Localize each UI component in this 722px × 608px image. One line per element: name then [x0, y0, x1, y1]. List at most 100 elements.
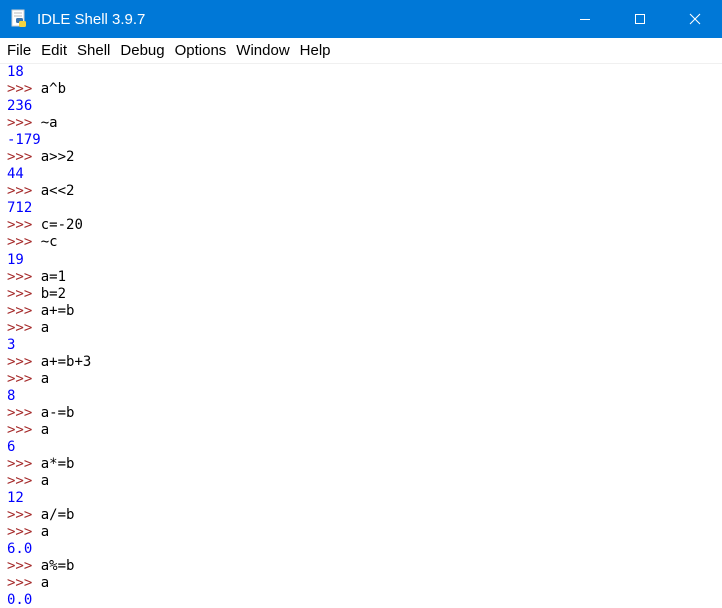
shell-input-line: >>> a+=b+3: [0, 354, 722, 371]
shell-output-text: 44: [7, 166, 24, 183]
shell-output-text: 8: [7, 387, 16, 404]
shell-input-line: >>> b=2: [0, 286, 722, 303]
shell-input-text: a: [32, 575, 50, 592]
window-title: IDLE Shell 3.9.7: [37, 10, 146, 28]
shell-prompt: >>>: [7, 473, 33, 490]
shell-input-line: >>> a: [0, 575, 722, 592]
shell-prompt: >>>: [7, 268, 33, 285]
shell-output-line: 712: [0, 200, 722, 217]
shell-output-text: 236: [7, 98, 33, 115]
shell-prompt: >>>: [7, 217, 33, 234]
shell-output-line: 3: [0, 337, 722, 354]
shell-prompt: >>>: [7, 558, 33, 575]
shell-output-text: -179: [7, 132, 41, 149]
shell-prompt: >>>: [7, 285, 33, 302]
menu-options[interactable]: Options: [170, 39, 232, 63]
shell-prompt: >>>: [7, 370, 33, 387]
shell-input-text: a>>2: [32, 149, 75, 166]
shell-text-area[interactable]: 18 >>> a^b 236 >>> ~a -179 >>> a>>2 44 >>> a<<2…: [0, 64, 722, 608]
shell-input-line: >>> c=-20: [0, 217, 722, 234]
shell-output-line: 0.0: [0, 592, 722, 608]
title-bar[interactable]: IDLE Shell 3.9.7: [0, 0, 722, 38]
shell-input-text: a+=b+3: [32, 353, 92, 370]
menu-file[interactable]: File: [2, 39, 36, 63]
maximize-button[interactable]: [612, 0, 667, 38]
shell-output-line: 236: [0, 98, 722, 115]
shell-prompt: >>>: [7, 575, 33, 592]
menu-edit[interactable]: Edit: [36, 39, 72, 63]
idle-app-icon: [9, 9, 29, 29]
shell-input-text: a+=b: [32, 302, 75, 319]
shell-prompt: >>>: [7, 115, 33, 132]
menu-shell[interactable]: Shell: [72, 39, 115, 63]
shell-output-line: 8: [0, 388, 722, 405]
shell-output-text: 6.0: [7, 541, 33, 558]
shell-prompt: >>>: [7, 456, 33, 473]
shell-input-line: >>> ~a: [0, 115, 722, 132]
shell-input-line: >>> a=1: [0, 269, 722, 286]
shell-prompt: >>>: [7, 507, 33, 524]
shell-input-text: a=1: [32, 268, 67, 285]
shell-input-line: >>> a%=b: [0, 558, 722, 575]
shell-input-line: >>> a: [0, 422, 722, 439]
shell-input-line: >>> a>>2: [0, 149, 722, 166]
menu-help[interactable]: Help: [295, 39, 336, 63]
shell-prompt: >>>: [7, 421, 33, 438]
shell-input-line: >>> ~c: [0, 234, 722, 251]
shell-output-line: 6: [0, 439, 722, 456]
shell-input-line: >>> a<<2: [0, 183, 722, 200]
shell-input-text: a<<2: [32, 183, 75, 200]
shell-input-text: a: [32, 319, 50, 336]
menu-debug[interactable]: Debug: [115, 39, 169, 63]
close-icon: [689, 13, 700, 25]
shell-input-text: c=-20: [32, 217, 83, 234]
shell-input-line: >>> a: [0, 473, 722, 490]
window-controls: [557, 0, 722, 38]
shell-input-line: >>> a: [0, 320, 722, 337]
shell-input-text: a^b: [32, 81, 67, 98]
shell-output-text: 18: [7, 64, 24, 80]
shell-input-line: >>> a/=b: [0, 507, 722, 524]
shell-input-text: ~c: [32, 234, 58, 251]
menu-window[interactable]: Window: [231, 39, 294, 63]
shell-input-text: a: [32, 421, 50, 438]
shell-output-line: 44: [0, 166, 722, 183]
shell-prompt: >>>: [7, 319, 33, 336]
shell-input-line: >>> a: [0, 524, 722, 541]
maximize-icon: [634, 14, 645, 24]
minimize-button[interactable]: [557, 0, 612, 38]
close-button[interactable]: [667, 0, 722, 38]
shell-prompt: >>>: [7, 302, 33, 319]
shell-input-text: a: [32, 370, 50, 387]
shell-input-text: ~a: [32, 115, 58, 132]
shell-output-line: -179: [0, 132, 722, 149]
shell-output-text: 0.0: [7, 592, 33, 608]
shell-output-line: 19: [0, 252, 722, 269]
shell-input-line: >>> a: [0, 371, 722, 388]
shell-prompt: >>>: [7, 234, 33, 251]
shell-output-text: 712: [7, 200, 33, 217]
shell-input-text: a-=b: [32, 404, 75, 421]
shell-input-text: a/=b: [32, 507, 75, 524]
shell-output-text: 6: [7, 439, 16, 456]
shell-prompt: >>>: [7, 404, 33, 421]
shell-input-line: >>> a-=b: [0, 405, 722, 422]
shell-prompt: >>>: [7, 81, 33, 98]
shell-prompt: >>>: [7, 149, 33, 166]
shell-output-line: 18: [0, 64, 722, 81]
shell-output-text: 12: [7, 490, 24, 507]
shell-input-text: b=2: [32, 285, 67, 302]
minimize-icon: [579, 19, 590, 20]
shell-output-text: 3: [7, 336, 16, 353]
shell-output-text: 19: [7, 251, 24, 268]
shell-input-text: a%=b: [32, 558, 75, 575]
shell-input-line: >>> a*=b: [0, 456, 722, 473]
shell-prompt: >>>: [7, 183, 33, 200]
shell-prompt: >>>: [7, 524, 33, 541]
menu-bar: File Edit Shell Debug Options Window Hel…: [0, 38, 722, 64]
shell-input-text: a*=b: [32, 456, 75, 473]
shell-input-line: >>> a^b: [0, 81, 722, 98]
shell-output-line: 12: [0, 490, 722, 507]
shell-output-line: 6.0: [0, 541, 722, 558]
shell-input-text: a: [32, 473, 50, 490]
